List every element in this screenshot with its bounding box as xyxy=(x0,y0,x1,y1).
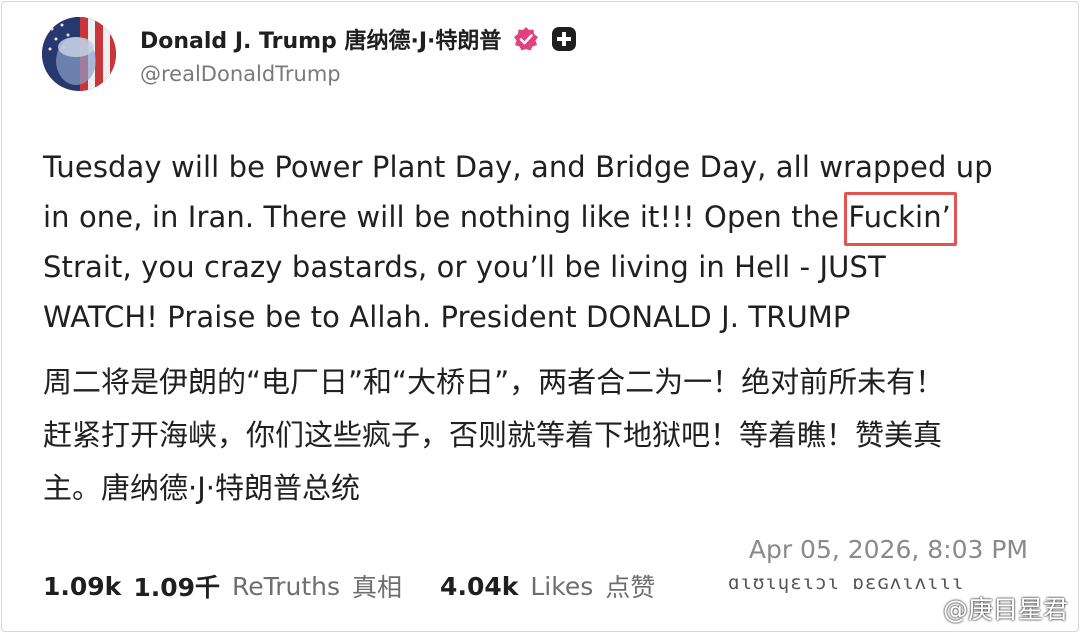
post-line: WATCH! Praise be to Allah. President DON… xyxy=(43,300,851,334)
post-line: Strait, you crazy bastards, or you’ll be… xyxy=(43,250,886,284)
weibo-watermark: @庚目星君 xyxy=(907,590,1068,626)
likes-count[interactable]: 4.04k xyxy=(440,572,518,601)
retruths-count-zh[interactable]: 1.09千 xyxy=(133,568,220,604)
author-row: Donald J. Trump 唐纳德·J·特朗普 xyxy=(140,22,577,56)
avatar[interactable] xyxy=(42,17,116,91)
retruths-label-zh: 真相 xyxy=(352,573,403,602)
post-text: in one, in Iran. There will be nothing l… xyxy=(43,200,849,234)
weibo-logo-icon xyxy=(907,593,937,623)
post-body-english: Tuesday will be Power Plant Day, and Bri… xyxy=(43,142,1043,342)
post-line: in one, in Iran. There will be nothing l… xyxy=(43,192,1043,246)
post-timestamp[interactable]: Apr 05, 2026, 8:03 PM xyxy=(749,535,1028,564)
post-line: 周二将是伊朗的“电厂日”和“大桥日”，两者合二为一！绝对前所未有！ xyxy=(43,365,945,399)
likes-label[interactable]: Likes xyxy=(530,572,593,601)
display-name[interactable]: Donald J. Trump 唐纳德·J·特朗普 xyxy=(140,23,501,55)
retruths-label[interactable]: ReTruths xyxy=(232,572,340,601)
verified-badge-icon xyxy=(513,26,539,52)
plus-badge-icon xyxy=(551,26,577,52)
post-body-chinese: 周二将是伊朗的“电厂日”和“大桥日”，两者合二为一！绝对前所未有！ 赶紧打开海峡… xyxy=(43,356,1053,515)
post-line: Tuesday will be Power Plant Day, and Bri… xyxy=(43,150,993,184)
user-handle[interactable]: @realDonaldTrump xyxy=(140,62,341,86)
watermark-text: @庚目星君 xyxy=(942,595,1068,624)
retruths-count[interactable]: 1.09k xyxy=(43,572,121,601)
likes-label-zh: 点赞 xyxy=(605,573,656,602)
post-line: 主。唐纳德·J·特朗普总统 xyxy=(43,471,360,505)
post-line: 赶紧打开海峡，你们这些疯子，否则就等着下地狱吧！等着瞧！赞美真 xyxy=(43,418,943,452)
post-stats: 1.09k 1.09千 ReTruths 真相 4.04k Likes 点赞 xyxy=(43,566,655,606)
highlighted-word: Fuckin’ xyxy=(844,192,957,246)
